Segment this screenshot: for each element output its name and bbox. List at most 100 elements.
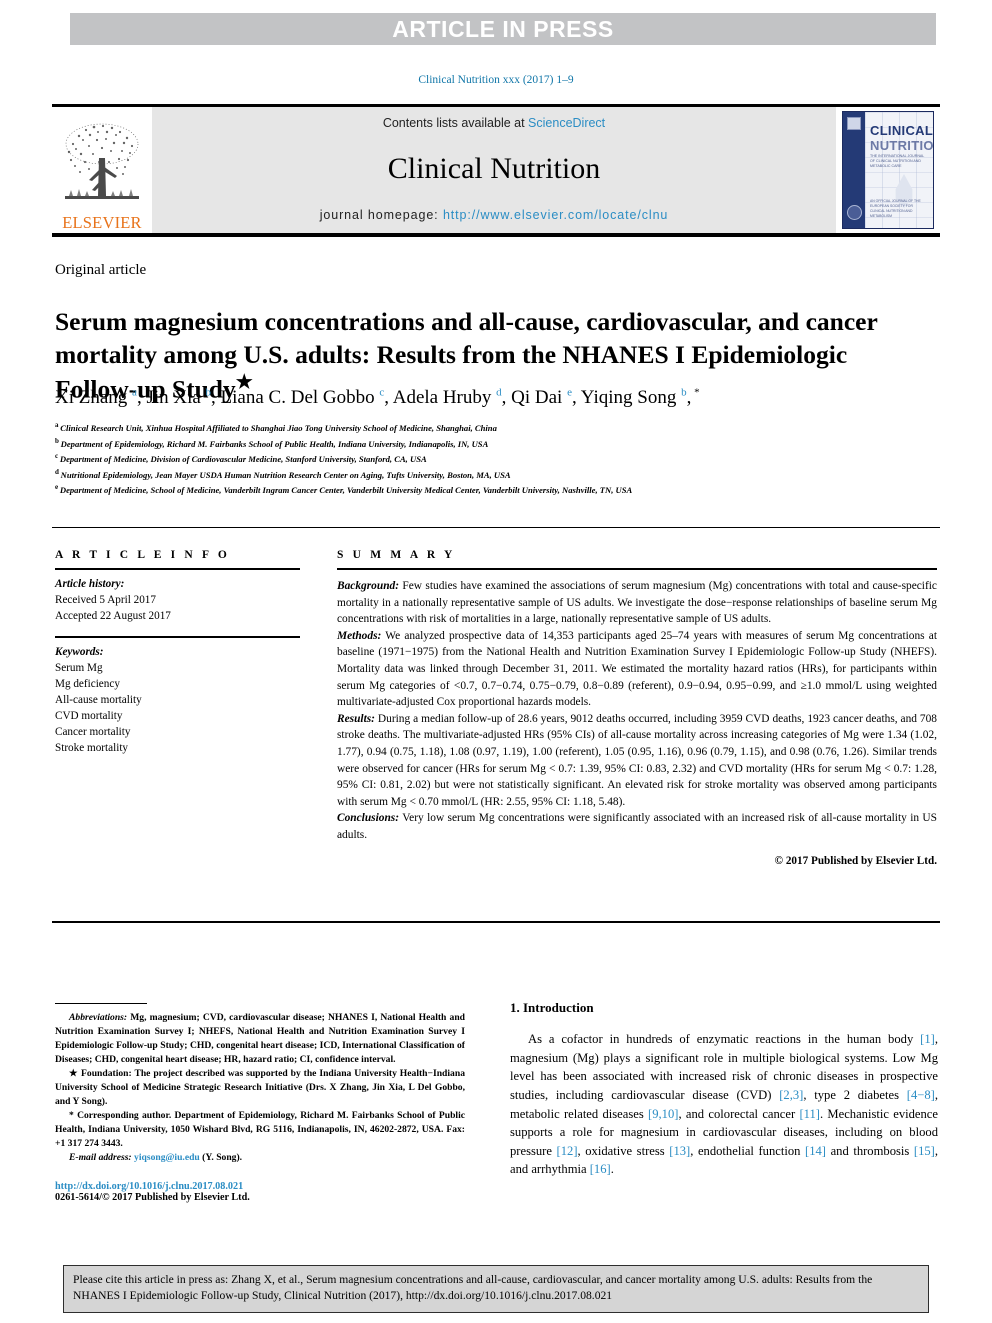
affiliation-item: c Department of Medicine, Division of Ca… — [55, 451, 935, 467]
reference-link[interactable]: [2,3] — [779, 1088, 803, 1102]
abstract-conclusions-label: Conclusions: — [337, 812, 400, 825]
reference-link[interactable]: [16] — [590, 1162, 611, 1176]
author-separator: , — [136, 387, 147, 408]
elsevier-wordmark: ELSEVIER — [62, 212, 142, 232]
reference-link[interactable]: [14] — [805, 1144, 826, 1158]
abstract-results-label: Results: — [337, 712, 375, 725]
affiliation-text: Nutritional Epidemiology, Jean Mayer USD… — [60, 469, 511, 480]
summary-column: S U M M A R Y Background: Few studies ha… — [337, 549, 937, 867]
abstract-methods: Methods: We analyzed prospective data of… — [337, 628, 937, 711]
journal-masthead: ELSEVIER Contents lists available at Sci… — [52, 104, 940, 237]
foundation-marker-icon: ★ — [69, 1068, 79, 1079]
footnote-corresponding: * Corresponding author. Department of Ep… — [55, 1109, 465, 1151]
footnotes-column: Abbreviations: Mg, magnesium; CVD, cardi… — [55, 1003, 465, 1203]
introduction-column: 1. Introduction As a cofactor in hundred… — [510, 1000, 938, 1179]
body-text: , and colorectal cancer — [678, 1106, 800, 1121]
affiliation-text: Department of Medicine, Division of Card… — [59, 454, 427, 465]
author-separator: , — [211, 387, 221, 408]
body-text: , type 2 diabetes — [803, 1087, 907, 1102]
article-in-press-label: ARTICLE IN PRESS — [392, 15, 614, 42]
article-in-press-banner: ARTICLE IN PRESS — [70, 13, 936, 45]
title-block-divider — [52, 527, 940, 528]
cover-footer-text: AN OFFICIAL JOURNAL OF THE EUROPEAN SOCI… — [870, 199, 921, 219]
author-name: Yiqing Song — [580, 387, 682, 408]
cover-title-line1: CLINICAL — [870, 123, 934, 138]
keyword-item: Stroke mortality — [55, 742, 129, 755]
cover-publisher-badge-icon — [847, 117, 861, 130]
reference-link[interactable]: [9,10] — [648, 1107, 678, 1121]
contents-list-line: Contents lists available at ScienceDirec… — [383, 116, 605, 130]
body-text: . — [610, 1162, 614, 1177]
reference-link[interactable]: [4−8] — [907, 1088, 935, 1102]
abstract-body: Background: Few studies have examined th… — [337, 578, 937, 844]
keywords-group: Keywords: Serum Mg Mg deficiency All-cause… — [55, 644, 300, 756]
journal-homepage-line: journal homepage: http://www.elsevier.co… — [320, 208, 669, 222]
affiliation-item: d Nutritional Epidemiology, Jean Mayer U… — [55, 467, 935, 483]
email-address-link[interactable]: yiqsong@iu.edu — [134, 1152, 200, 1163]
cite-this-article-text: Please cite this article in press as: Zh… — [73, 1273, 873, 1303]
footnote-foundation: ★ Foundation: The project described was … — [55, 1067, 465, 1109]
foundation-label: Foundation: — [81, 1068, 132, 1079]
corresponding-text: Corresponding author. Department of Epid… — [55, 1110, 465, 1149]
cite-this-article-box: Please cite this article in press as: Zh… — [63, 1265, 929, 1313]
summary-rule — [337, 568, 937, 570]
keyword-item: Serum Mg — [55, 662, 103, 675]
footnote-separator-rule — [55, 1003, 147, 1004]
journal-homepage-link[interactable]: http://www.elsevier.com/locate/clnu — [443, 208, 668, 222]
keyword-items: Serum Mg Mg deficiency All-cause mortality… — [55, 660, 300, 756]
author-name: Xi Zhang — [55, 387, 133, 408]
article-info-rule — [55, 568, 300, 570]
introduction-heading: 1. Introduction — [510, 1000, 594, 1015]
author-name: Qi Dai — [511, 387, 568, 408]
keyword-item: All-cause mortality — [55, 694, 142, 707]
keywords-rule — [55, 636, 300, 639]
doi-link[interactable]: http://dx.doi.org/10.1016/j.clnu.2017.08… — [55, 1181, 465, 1192]
reference-link[interactable]: [15] — [914, 1144, 935, 1158]
author-separator: , — [501, 387, 512, 408]
summary-heading: S U M M A R Y — [337, 549, 456, 561]
keywords-label: Keywords: — [55, 646, 104, 659]
article-received-date: Received 5 April 2017 — [55, 594, 156, 607]
journal-title: Clinical Nutrition — [387, 152, 601, 185]
article-info-heading: A R T I C L E I N F O — [55, 549, 230, 561]
sciencedirect-link[interactable]: ScienceDirect — [528, 116, 605, 130]
abbreviations-label: Abbreviations: — [69, 1012, 128, 1023]
abstract-copyright: © 2017 Published by Elsevier Ltd. — [774, 854, 937, 867]
abstract-bottom-rule — [52, 921, 940, 923]
keyword-item: Cancer mortality — [55, 726, 131, 739]
reference-link[interactable]: [12] — [557, 1144, 578, 1158]
email-owner: (Y. Song). — [199, 1152, 243, 1163]
journal-cover-thumbnail: CLINICAL NUTRITION THE INTERNATIONAL JOU… — [836, 107, 940, 233]
abstract-results: Results: During a median follow-up of 28… — [337, 711, 937, 811]
keyword-item: CVD mortality — [55, 710, 123, 723]
abstract-results-text: During a median follow-up of 28.6 years,… — [337, 712, 937, 808]
author-name: Jin Xia — [146, 387, 206, 408]
contents-prefix: Contents lists available at — [382, 116, 529, 130]
reference-link[interactable]: [11] — [799, 1107, 820, 1121]
corresponding-author-marker: * — [691, 386, 700, 399]
article-history-group: Article history: Received 5 April 2017 A… — [55, 576, 300, 624]
abstract-conclusions-text: Very low serum Mg concentrations were si… — [337, 812, 937, 841]
elsevier-logo: ELSEVIER — [52, 107, 152, 233]
author-list: Xi Zhang a, Jin Xia b, Liana C. Del Gobb… — [55, 386, 925, 410]
abstract-background: Background: Few studies have examined th… — [337, 578, 937, 628]
author-name: Liana C. Del Gobbo — [220, 387, 380, 408]
affiliation-text: Clinical Research Unit, Xinhua Hospital … — [60, 422, 497, 433]
body-text: As a cofactor in hundreds of enzymatic r… — [528, 1032, 921, 1046]
abstract-methods-label: Methods: — [337, 629, 382, 642]
affiliation-list: a Clinical Research Unit, Xinhua Hospita… — [55, 420, 935, 498]
affiliation-text: Department of Epidemiology, Richard M. F… — [60, 438, 489, 449]
email-address-label: E-mail address: — [69, 1152, 132, 1163]
article-accepted-date: Accepted 22 August 2017 — [55, 610, 171, 623]
body-text: , oxidative stress — [577, 1143, 670, 1158]
masthead-center: Contents lists available at ScienceDirec… — [152, 107, 836, 233]
cover-subtitle: THE INTERNATIONAL JOURNAL OF CLINICAL NU… — [870, 154, 925, 169]
abstract-conclusions: Conclusions: Very low serum Mg concentra… — [337, 810, 937, 843]
reference-link[interactable]: [1] — [920, 1032, 935, 1046]
reference-link[interactable]: [13] — [669, 1144, 690, 1158]
affiliation-item: b Department of Epidemiology, Richard M.… — [55, 436, 935, 452]
running-head: Clinical Nutrition xxx (2017) 1–9 — [418, 74, 574, 86]
footnote-email: E-mail address: yiqsong@iu.edu (Y. Song)… — [55, 1151, 465, 1165]
affiliation-item: e Department of Medicine, School of Medi… — [55, 482, 935, 498]
cover-society-seal-icon — [847, 205, 862, 220]
